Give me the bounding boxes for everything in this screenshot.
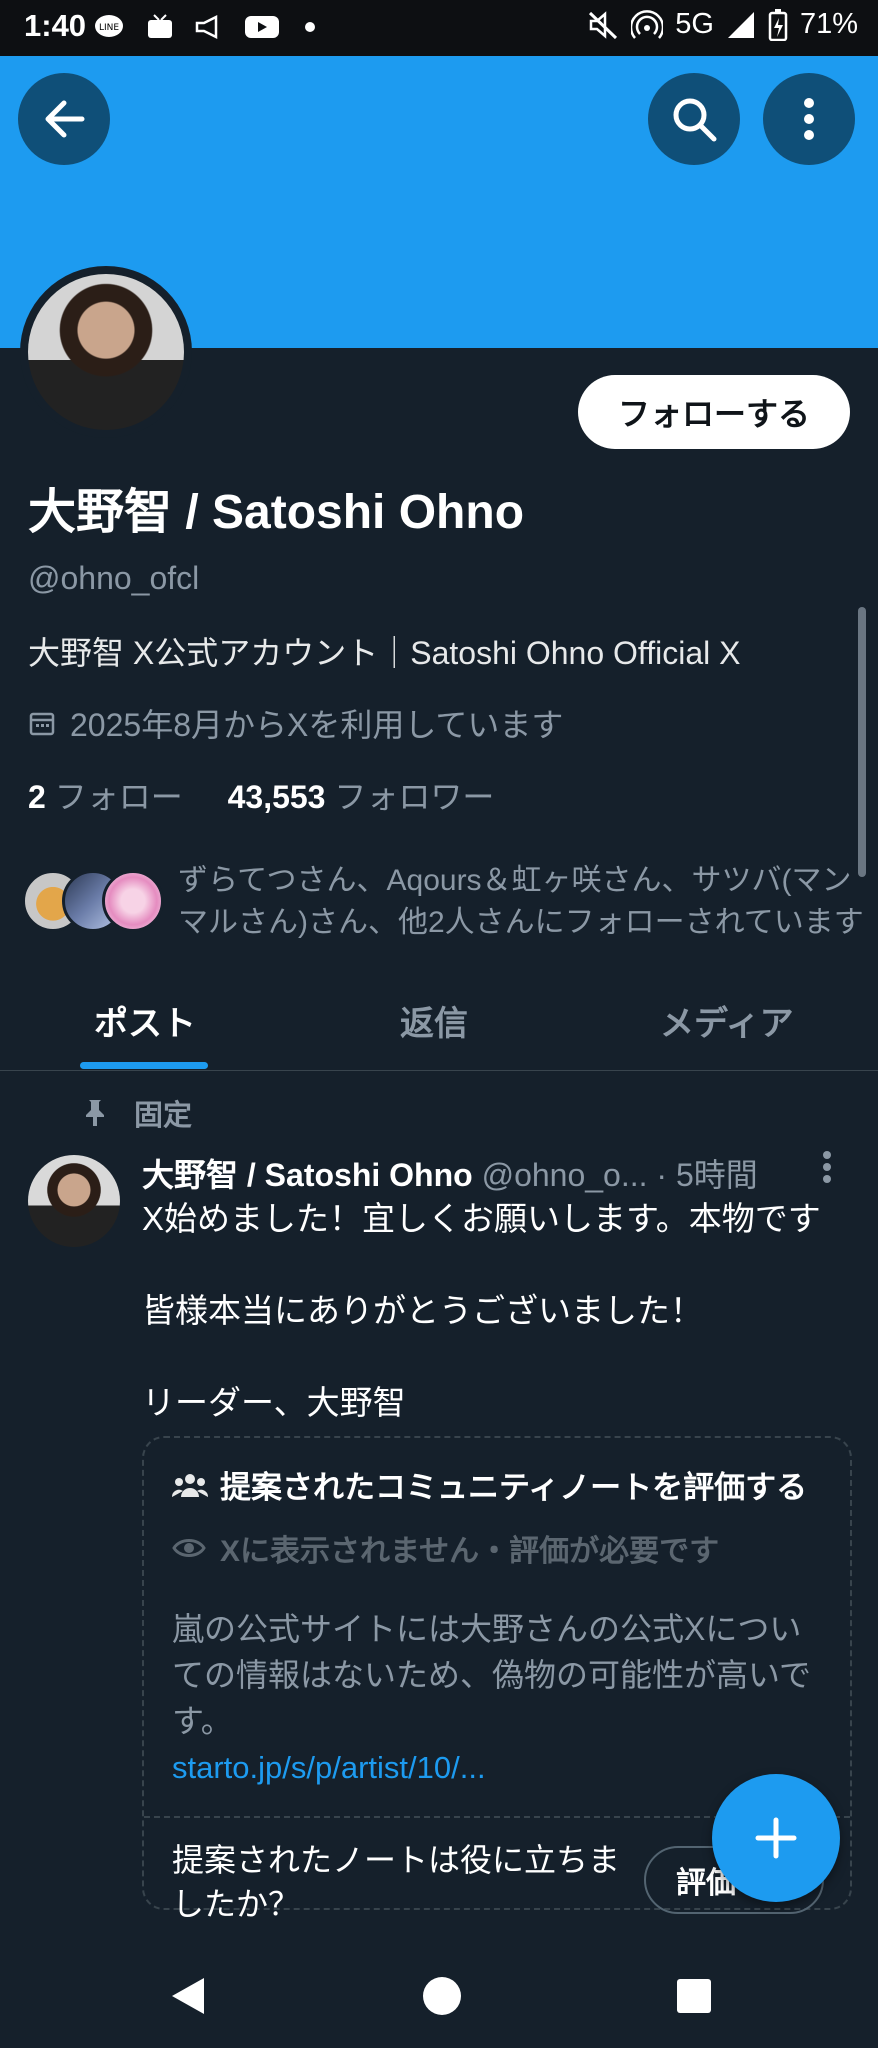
network-label: 5G	[675, 8, 714, 40]
post-author-name[interactable]: 大野智 / Satoshi Ohno	[142, 1157, 473, 1193]
nav-recents-button[interactable]	[676, 1978, 712, 2019]
followed-by[interactable]: ずらてつさん、Aqours＆虹ヶ咲さん、サツバ(マンマルさん)さん、他2人さんに…	[22, 860, 878, 944]
followers-link[interactable]: 43,553 フォロワー	[228, 779, 495, 815]
follow-button[interactable]: フォローする	[578, 375, 850, 449]
mute-icon	[589, 10, 618, 39]
joined-text: 2025年8月からXを利用しています	[70, 707, 564, 743]
compose-button[interactable]	[712, 1774, 840, 1902]
pin-icon	[86, 1100, 104, 1126]
battery-icon	[768, 8, 788, 41]
system-nav-bar	[0, 1936, 878, 2048]
nav-recents-icon	[677, 1979, 711, 2013]
profile-name: 大野智 / Satoshi Ohno	[28, 486, 525, 539]
megaphone-icon	[194, 14, 228, 40]
back-button[interactable]	[18, 73, 110, 165]
following-label: フォロー	[54, 779, 183, 815]
tab-replies[interactable]: 返信	[400, 996, 468, 1045]
post-line	[142, 1242, 821, 1288]
note-status: Xに表示されません・評価が必要です	[172, 1526, 719, 1570]
status-bar: 1:40 LINE 5G 71%	[0, 0, 878, 56]
tv-icon	[146, 14, 174, 40]
post-avatar[interactable]	[28, 1155, 120, 1247]
note-question: 提案されたノートは役に立ちましたか？	[172, 1842, 621, 1922]
post-text: X始めました！宜しくお願いします。本物です 皆様本当にありがとうございました！ …	[142, 1196, 821, 1426]
avatar	[102, 870, 164, 932]
more-vertical-icon	[804, 98, 814, 140]
note-status-text: Xに表示されません・評価が必要です	[220, 1535, 720, 1568]
pinned-label: 固定	[84, 1092, 192, 1134]
post-author-handle[interactable]: @ohno_o...	[482, 1157, 648, 1193]
followers-label: フォロワー	[334, 779, 495, 815]
tab-media[interactable]: メディア	[660, 996, 794, 1045]
svg-text:LINE: LINE	[99, 23, 119, 33]
calendar-icon	[29, 712, 55, 736]
nav-back-button[interactable]	[168, 1976, 208, 2021]
community-icon	[172, 1473, 208, 1497]
scrollbar[interactable]	[858, 607, 866, 877]
pinned-text: 固定	[134, 1100, 193, 1132]
plus-icon	[755, 1817, 797, 1859]
joined-date: 2025年8月からXを利用しています	[28, 700, 563, 746]
active-tab-indicator	[80, 1062, 208, 1069]
search-button[interactable]	[648, 73, 740, 165]
youtube-icon	[244, 14, 280, 40]
profile-bio: 大野智 X公式アカウント｜Satoshi Ohno Official X	[28, 635, 741, 671]
profile-handle: @ohno_ofcl	[28, 560, 200, 596]
following-link[interactable]: 2 フォロー	[28, 779, 183, 815]
eye-icon	[172, 1539, 206, 1557]
following-count: 2	[28, 779, 46, 815]
mutual-avatars	[22, 870, 164, 932]
note-source-link[interactable]: starto.jp/s/p/artist/10/...	[172, 1750, 486, 1786]
hotspot-icon	[631, 9, 664, 39]
nav-back-icon	[172, 1978, 204, 2014]
profile-tabs: ポスト 返信 メディア	[0, 968, 878, 1071]
search-icon	[673, 98, 717, 142]
note-title[interactable]: 提案されたコミュニティノートを評価する	[172, 1462, 807, 1507]
profile-avatar[interactable]	[20, 266, 192, 438]
nav-home-icon	[423, 1977, 461, 2015]
more-vertical-icon	[823, 1151, 831, 1183]
note-title-text: 提案されたコミュニティノートを評価する	[220, 1470, 808, 1505]
follow-stats: 2 フォロー 43,553 フォロワー	[28, 772, 494, 818]
post-line: 皆様本当にありがとうございました！	[142, 1292, 703, 1329]
back-arrow-icon	[45, 100, 85, 138]
more-button[interactable]	[763, 73, 855, 165]
followed-by-text: ずらてつさん、Aqours＆虹ヶ咲さん、サツバ(マンマルさん)さん、他2人さんに…	[178, 864, 864, 939]
status-time: 1:40	[24, 8, 87, 43]
note-body: 嵐の公式サイトには大野さんの公式Xについての情報はないため、偽物の可能性が高いで…	[172, 1611, 812, 1739]
dot-icon	[304, 14, 316, 40]
status-right: 5G 71%	[587, 8, 858, 41]
signal-icon	[727, 11, 754, 38]
post-more-button[interactable]	[822, 1150, 832, 1193]
post-line: リーダー、大野智	[142, 1384, 406, 1421]
followers-count: 43,553	[227, 779, 326, 815]
nav-home-button[interactable]	[422, 1976, 462, 2021]
post-line	[142, 1334, 821, 1380]
tab-posts[interactable]: ポスト	[94, 996, 196, 1045]
line-icon: LINE	[94, 14, 124, 40]
post-time: · 5時間	[656, 1157, 758, 1193]
battery-percent: 71%	[799, 8, 858, 40]
post-header: 大野智 / Satoshi Ohno @ohno_o... · 5時間	[142, 1150, 758, 1196]
post-line: X始めました！宜しくお願いします。本物です	[142, 1200, 821, 1237]
